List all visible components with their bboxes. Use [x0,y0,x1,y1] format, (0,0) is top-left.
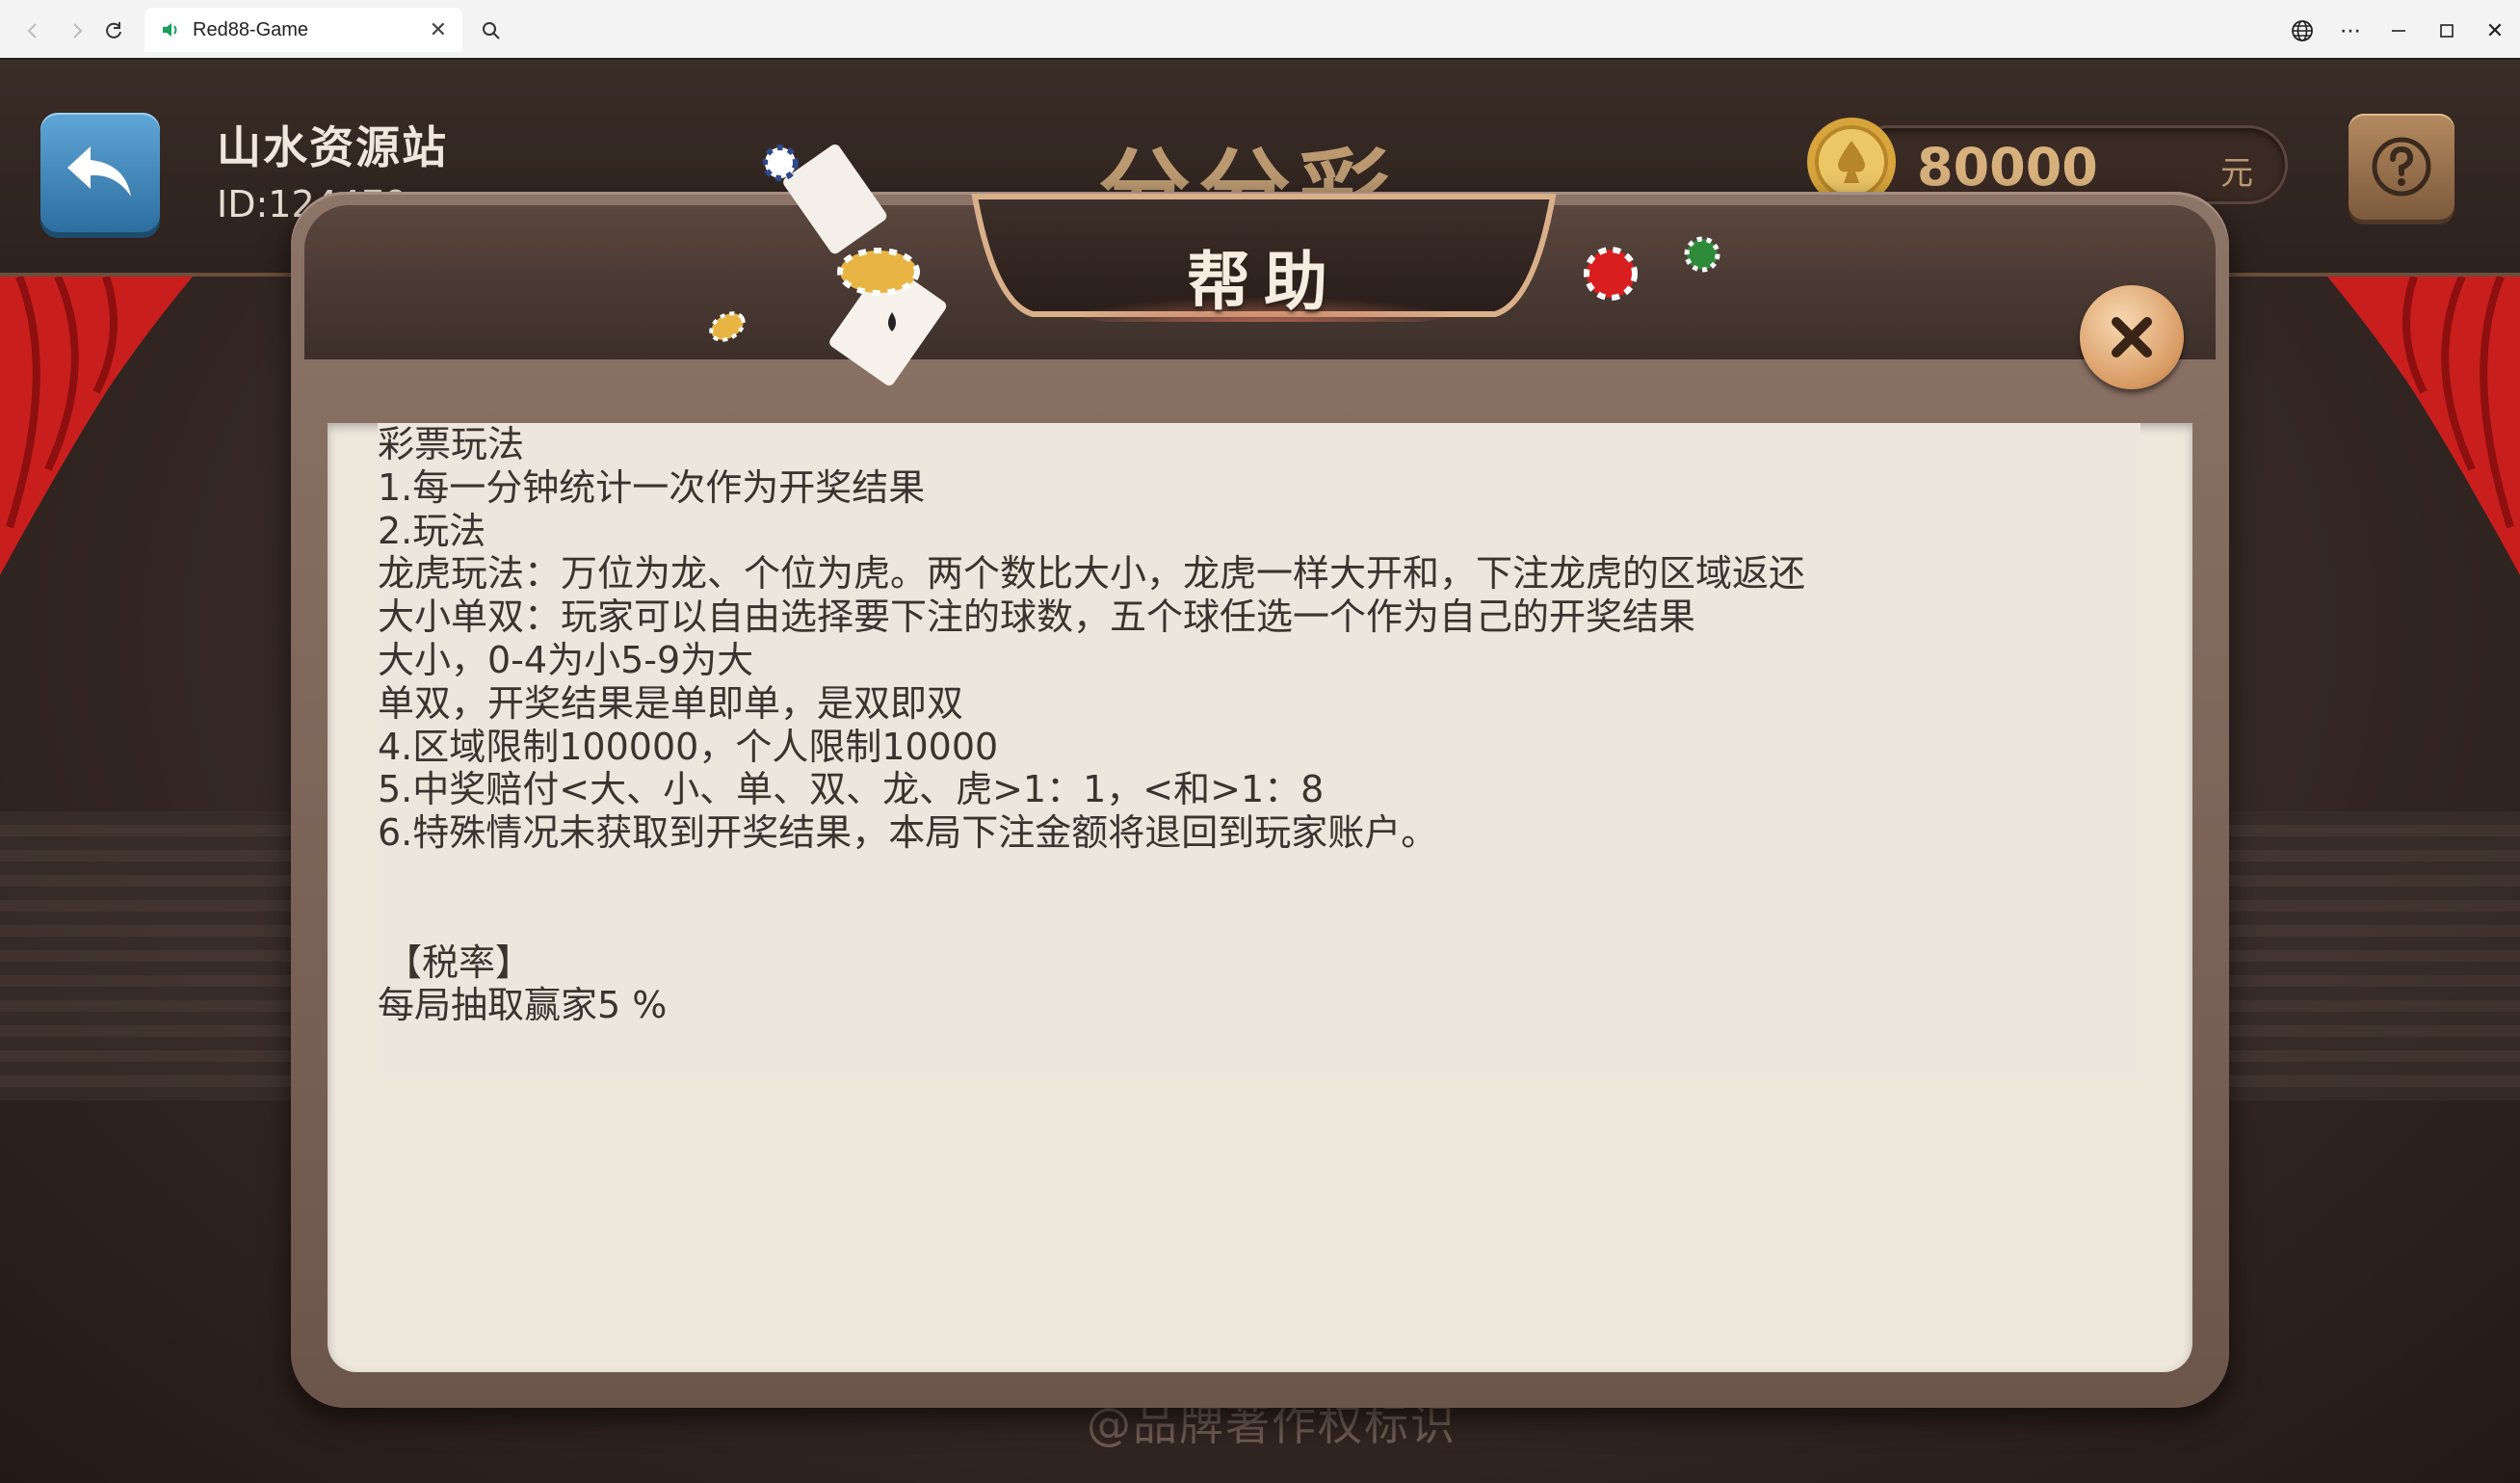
green-chip-decoration-icon [1684,236,1720,273]
red-chip-decoration-icon [1584,247,1638,301]
help-line: 5.中奖赔付<大、小、单、双、龙、虎>1：1，<和>1：8 [378,768,1325,811]
close-x-icon [2112,317,2152,358]
help-text-area[interactable]: 彩票玩法 1.每一分钟统计一次作为开奖结果 2.玩法 龙虎玩法：万位为龙、个位为… [378,423,2140,1078]
tab-close-icon[interactable]: ✕ [430,18,447,42]
window-close-icon[interactable]: ✕ [2474,12,2516,50]
dialog-content: 彩票玩法 1.每一分钟统计一次作为开奖结果 2.玩法 龙虎玩法：万位为龙、个位为… [328,423,2192,1372]
tax-heading: 【税率】 [385,940,533,984]
chip-and-card-decoration-icon [763,144,887,254]
tax-text: 每局抽取赢家5 % [378,984,668,1027]
globe-icon[interactable] [2281,12,2323,50]
help-dialog: 帮助 彩票玩法 1.每一分钟统计一次作为开奖结果 2.玩法 龙虎玩法：万位为龙、… [291,144,2229,1408]
maximize-icon[interactable] [2426,12,2468,50]
browser-tab[interactable]: Red88-Game ✕ [144,8,462,52]
browser-chrome: Red88-Game ✕ ⋯ ✕ [0,0,2520,60]
dialog-close-button[interactable] [2080,285,2184,389]
help-line: 2.玩法 [378,509,486,552]
game-scene: 山水资源站 ID:124479 分分彩 80000 元 @品牌著作权标识 [0,60,2520,1483]
help-button[interactable] [2349,114,2454,220]
more-icon[interactable]: ⋯ [2329,12,2372,50]
tab-search-icon[interactable] [472,12,511,50]
help-line: 彩票玩法 [378,423,525,465]
speaker-icon[interactable] [160,19,181,40]
dialog-title: 帮助 [1187,245,1341,319]
help-line: 单双，开奖结果是单即单，是双即双 [378,681,964,725]
left-curtain [0,277,193,575]
minimize-icon[interactable] [2377,12,2420,50]
card-decoration-icon [829,248,947,386]
user-name: 山水资源站 [217,121,448,173]
balance-unit: 元 [2220,154,2253,193]
forward-nav-icon[interactable] [58,12,96,50]
right-curtain [2327,277,2520,575]
reload-icon[interactable] [94,12,133,50]
help-line: 6.特殊情况未获取到开奖结果，本局下注金额将退回到玩家账户。 [378,811,1438,855]
help-line: 4.区域限制100000，个人限制10000 [378,725,999,768]
tab-title: Red88-Game [193,18,309,40]
help-line: 大小，0-4为小5-9为大 [378,638,754,681]
help-line: 大小单双：玩家可以自由选择要下注的球数，五个球任选一个作为自己的开奖结果 [378,596,1696,639]
help-line: 1.每一分钟统计一次作为开奖结果 [378,465,926,509]
return-arrow-icon [67,146,131,197]
back-nav-icon[interactable] [13,12,52,50]
small-chip-decoration-icon [709,311,746,342]
question-icon [2372,137,2431,197]
back-button[interactable] [40,113,160,232]
help-line: 龙虎玩法：万位为龙、个位为虎。两个数比大小，龙虎一样大开和，下注龙虎的区域返还 [378,552,1806,596]
balance-value: 80000 [1917,137,2098,198]
